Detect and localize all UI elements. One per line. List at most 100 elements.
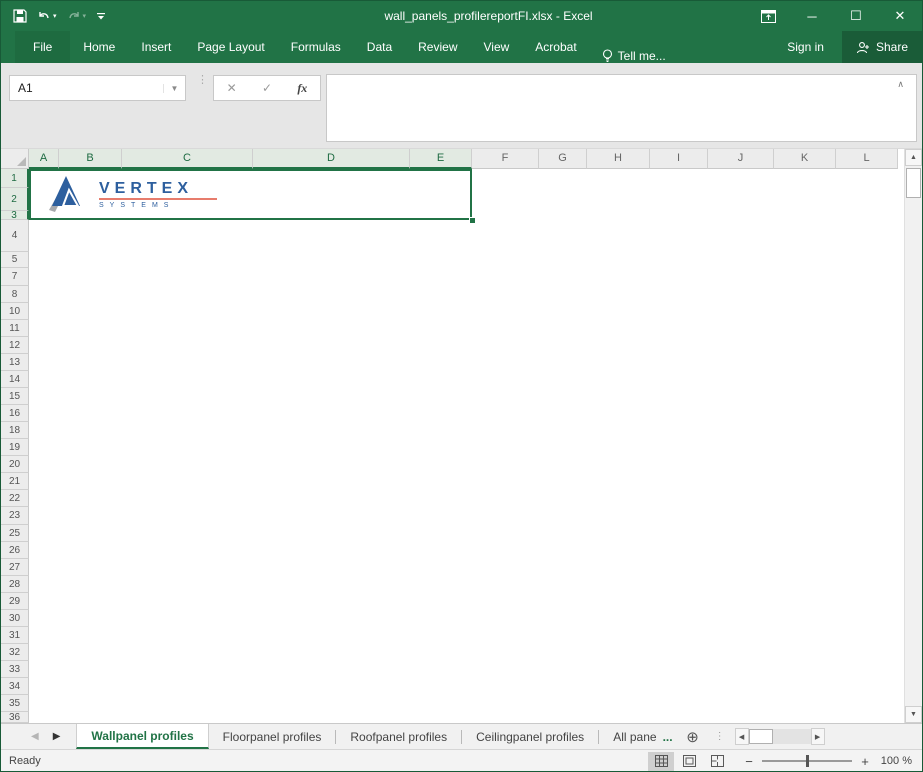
row-header-32[interactable]: 32 <box>1 644 29 661</box>
row-header-18[interactable]: 18 <box>1 422 29 439</box>
row-header-4[interactable]: 4 <box>1 220 29 252</box>
vertical-scroll-thumb[interactable] <box>906 168 921 198</box>
row-header-22[interactable]: 22 <box>1 490 29 507</box>
undo-button[interactable]: ▾ <box>37 10 57 22</box>
tab-formulas[interactable]: Formulas <box>278 31 354 63</box>
row-header-3[interactable]: 3 <box>1 211 29 220</box>
scroll-right-icon[interactable]: ▶ <box>811 728 825 745</box>
zoom-slider-thumb[interactable] <box>806 755 809 767</box>
tab-acrobat[interactable]: Acrobat <box>522 31 589 63</box>
scroll-down-icon[interactable]: ▼ <box>905 706 922 723</box>
maximize-button[interactable]: ☐ <box>834 1 878 31</box>
column-header-D[interactable]: D <box>253 149 410 169</box>
customize-quick-access-icon[interactable] <box>96 11 106 21</box>
row-header-35[interactable]: 35 <box>1 695 29 712</box>
sign-in-link[interactable]: Sign in <box>769 31 842 63</box>
zoom-out-icon[interactable]: − <box>744 754 754 769</box>
row-header-7[interactable]: 7 <box>1 268 29 286</box>
prev-sheet-icon[interactable]: ◀ <box>31 731 39 742</box>
tab-view[interactable]: View <box>471 31 523 63</box>
sheet-tab-allpanels[interactable]: All pane <box>599 724 660 749</box>
column-header-E[interactable]: E <box>410 149 472 169</box>
next-sheet-icon[interactable]: ▶ <box>53 731 61 742</box>
tell-me-box[interactable]: Tell me... <box>590 49 678 63</box>
row-header-2[interactable]: 2 <box>1 188 29 211</box>
insert-function-icon[interactable]: fx <box>285 76 320 100</box>
row-header-5[interactable]: 5 <box>1 252 29 268</box>
horizontal-scroll-track[interactable] <box>773 729 811 744</box>
column-header-C[interactable]: C <box>122 149 253 169</box>
row-header-15[interactable]: 15 <box>1 388 29 405</box>
row-header-36[interactable]: 36 <box>1 712 29 723</box>
column-header-B[interactable]: B <box>59 149 122 169</box>
logo-selection[interactable]: VERTEX SYSTEMS <box>29 169 472 220</box>
row-header-23[interactable]: 23 <box>1 507 29 525</box>
select-all-corner[interactable] <box>1 149 29 169</box>
name-box[interactable]: A1 ▼ <box>9 75 186 101</box>
horizontal-scrollbar[interactable]: ◀ ▶ <box>735 724 825 749</box>
ribbon-display-options-icon[interactable] <box>746 1 790 31</box>
row-header-26[interactable]: 26 <box>1 542 29 559</box>
sheet-tab-ceilingpanel[interactable]: Ceilingpanel profiles <box>462 724 598 749</box>
cancel-icon[interactable]: ✕ <box>214 76 249 100</box>
sheet-tab-roofpanel[interactable]: Roofpanel profiles <box>336 724 461 749</box>
row-header-30[interactable]: 30 <box>1 610 29 627</box>
row-header-13[interactable]: 13 <box>1 354 29 371</box>
row-header-16[interactable]: 16 <box>1 405 29 422</box>
share-button[interactable]: Share <box>842 31 922 63</box>
minimize-button[interactable]: ─ <box>790 1 834 31</box>
sheet-tab-floorpanel[interactable]: Floorpanel profiles <box>209 724 336 749</box>
zoom-slider[interactable] <box>762 760 852 762</box>
column-header-H[interactable]: H <box>587 149 650 169</box>
row-header-14[interactable]: 14 <box>1 371 29 388</box>
row-header-33[interactable]: 33 <box>1 661 29 678</box>
column-header-J[interactable]: J <box>708 149 774 169</box>
tab-review[interactable]: Review <box>405 31 470 63</box>
column-header-G[interactable]: G <box>539 149 587 169</box>
tab-data[interactable]: Data <box>354 31 405 63</box>
redo-button[interactable]: ▾ <box>67 10 87 22</box>
row-header-8[interactable]: 8 <box>1 286 29 303</box>
column-header-F[interactable]: F <box>472 149 539 169</box>
horizontal-scroll-thumb[interactable] <box>749 729 773 744</box>
redo-dropdown-icon[interactable]: ▾ <box>83 12 87 20</box>
close-button[interactable]: ✕ <box>878 1 922 31</box>
page-break-view-icon[interactable] <box>704 752 730 771</box>
page-layout-view-icon[interactable] <box>676 752 702 771</box>
row-header-1[interactable]: 1 <box>1 169 29 188</box>
undo-dropdown-icon[interactable]: ▾ <box>53 12 57 20</box>
row-header-27[interactable]: 27 <box>1 559 29 576</box>
enter-icon[interactable]: ✓ <box>249 76 284 100</box>
row-header-12[interactable]: 12 <box>1 337 29 354</box>
row-header-28[interactable]: 28 <box>1 576 29 593</box>
row-header-29[interactable]: 29 <box>1 593 29 610</box>
row-header-19[interactable]: 19 <box>1 439 29 456</box>
row-header-20[interactable]: 20 <box>1 456 29 473</box>
row-header-34[interactable]: 34 <box>1 678 29 695</box>
column-header-K[interactable]: K <box>774 149 836 169</box>
tab-insert[interactable]: Insert <box>128 31 184 63</box>
scroll-left-icon[interactable]: ◀ <box>735 728 749 745</box>
row-header-31[interactable]: 31 <box>1 627 29 644</box>
new-sheet-icon[interactable]: ⊕ <box>679 728 707 746</box>
zoom-level[interactable]: 100 % <box>880 755 922 767</box>
row-header-10[interactable]: 10 <box>1 303 29 320</box>
column-header-I[interactable]: I <box>650 149 708 169</box>
name-box-dropdown-icon[interactable]: ▼ <box>163 84 185 93</box>
scroll-up-icon[interactable]: ▲ <box>905 149 922 166</box>
save-icon[interactable] <box>13 9 27 23</box>
vertical-scrollbar[interactable]: ▲ ▼ <box>904 149 922 723</box>
row-header-25[interactable]: 25 <box>1 525 29 542</box>
row-header-11[interactable]: 11 <box>1 320 29 337</box>
column-header-L[interactable]: L <box>836 149 898 169</box>
collapse-formula-bar-icon[interactable]: ∧ <box>897 79 904 90</box>
tab-home[interactable]: Home <box>70 31 128 63</box>
formula-input[interactable]: ∧ <box>326 74 917 142</box>
normal-view-icon[interactable] <box>648 752 674 771</box>
tab-page-layout[interactable]: Page Layout <box>184 31 277 63</box>
sheet-tab-wallpanel[interactable]: Wallpanel profiles <box>76 724 208 749</box>
column-header-A[interactable]: A <box>29 149 59 169</box>
zoom-in-icon[interactable]: + <box>860 754 870 769</box>
tab-file[interactable]: File <box>15 31 70 63</box>
row-header-21[interactable]: 21 <box>1 473 29 490</box>
